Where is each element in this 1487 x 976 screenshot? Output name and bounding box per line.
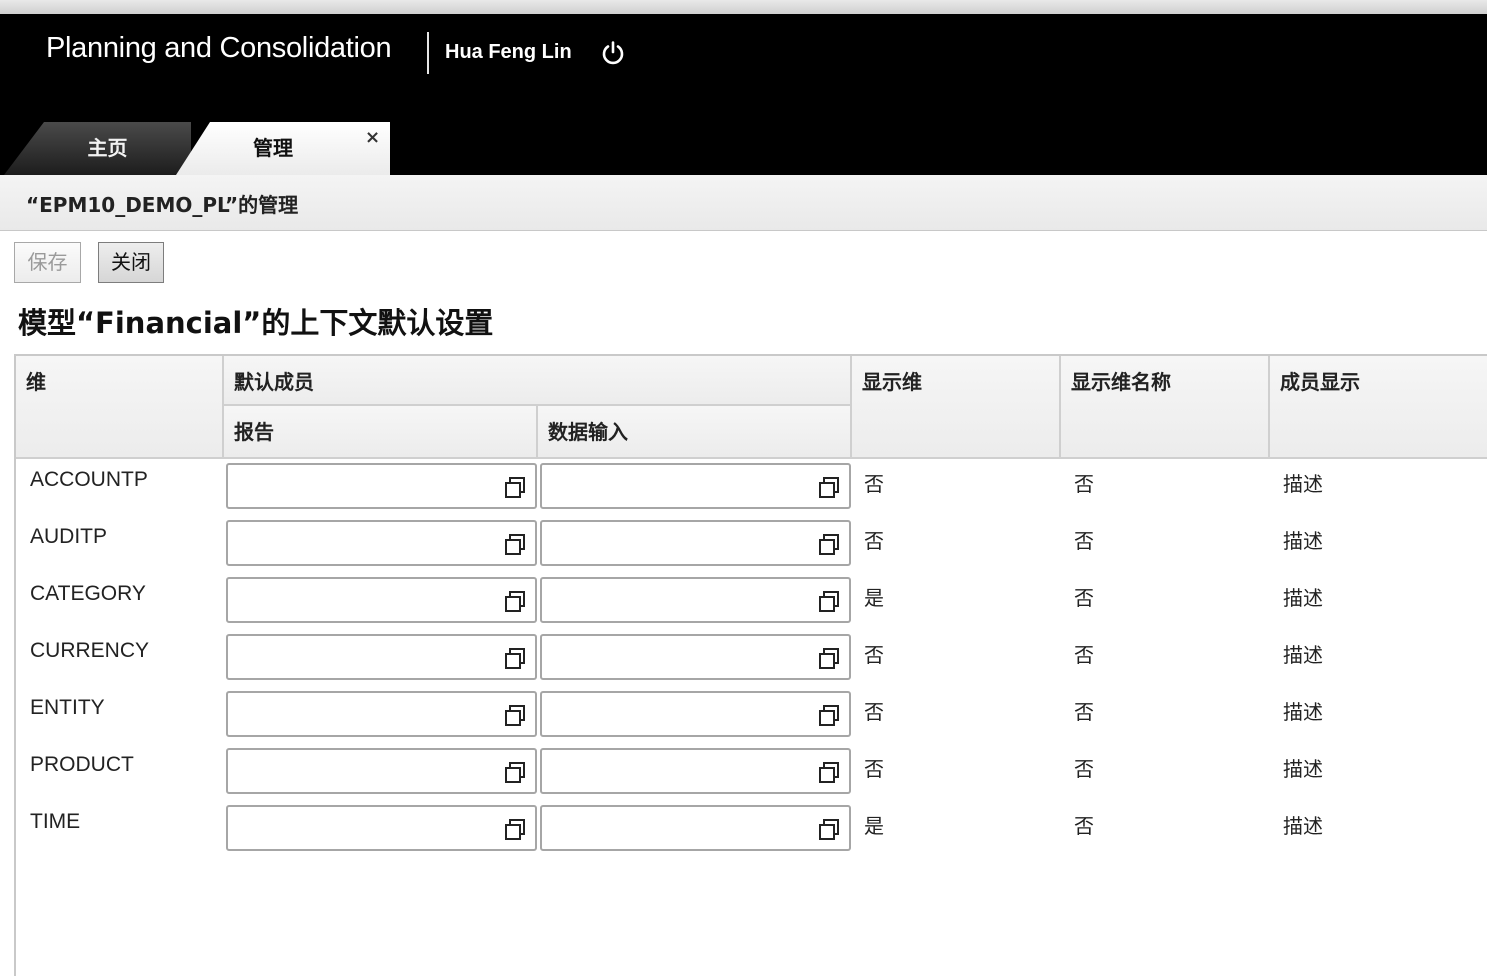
data-input-member-input[interactable] — [546, 697, 811, 731]
report-member-field[interactable] — [226, 691, 537, 737]
show-dimension-name-value[interactable]: 否 — [1074, 639, 1094, 668]
user-name[interactable]: Hua Feng Lin — [445, 41, 572, 64]
report-member-input[interactable] — [232, 754, 497, 788]
report-member-input[interactable] — [232, 583, 497, 617]
column-header-report: 报告 — [224, 406, 538, 459]
page-title: 模型“Financial”的上下文默认设置 — [18, 306, 494, 340]
data-input-member-input[interactable] — [546, 640, 811, 674]
member-display-value[interactable]: 描述 — [1283, 525, 1323, 554]
close-button[interactable]: 关闭 — [98, 242, 164, 283]
member-display-value[interactable]: 描述 — [1283, 753, 1323, 782]
power-icon[interactable] — [600, 40, 626, 66]
show-dimension-value[interactable]: 否 — [864, 468, 884, 497]
show-dimension-name-value[interactable]: 否 — [1074, 810, 1094, 839]
member-selector-icon[interactable] — [503, 817, 527, 841]
report-member-field[interactable] — [226, 748, 537, 794]
member-display-value[interactable]: 描述 — [1283, 468, 1323, 497]
show-dimension-name-value[interactable]: 否 — [1074, 753, 1094, 782]
breadcrumb-bar: “EPM10_DEMO_PL”的管理 — [0, 175, 1487, 231]
data-input-member-input[interactable] — [546, 754, 811, 788]
member-selector-icon[interactable] — [817, 760, 841, 784]
show-dimension-value[interactable]: 否 — [864, 753, 884, 782]
member-selector-icon[interactable] — [817, 475, 841, 499]
dimension-name: TIME — [30, 810, 81, 833]
data-input-member-field[interactable] — [540, 691, 851, 737]
column-header-default-member: 默认成员 — [224, 356, 852, 406]
close-icon[interactable]: × — [365, 128, 380, 148]
header-divider — [427, 32, 429, 74]
member-selector-icon[interactable] — [817, 589, 841, 613]
member-selector-icon[interactable] — [817, 817, 841, 841]
report-member-field[interactable] — [226, 463, 537, 509]
column-header-member-display: 成员显示 — [1270, 356, 1487, 459]
data-input-member-field[interactable] — [540, 634, 851, 680]
show-dimension-name-value[interactable]: 否 — [1074, 468, 1094, 497]
data-input-member-input[interactable] — [546, 811, 811, 845]
save-button[interactable]: 保存 — [14, 242, 81, 283]
show-dimension-value[interactable]: 否 — [864, 525, 884, 554]
report-member-input[interactable] — [232, 697, 497, 731]
report-member-input[interactable] — [232, 811, 497, 845]
data-input-member-input[interactable] — [546, 469, 811, 503]
member-selector-icon[interactable] — [503, 646, 527, 670]
report-member-input[interactable] — [232, 640, 497, 674]
column-header-data-input: 数据输入 — [538, 406, 852, 459]
show-dimension-name-value[interactable]: 否 — [1074, 696, 1094, 725]
app-title: Planning and Consolidation — [46, 32, 392, 64]
dimension-name: AUDITP — [30, 525, 108, 548]
show-dimension-name-value[interactable]: 否 — [1074, 525, 1094, 554]
show-dimension-value[interactable]: 是 — [864, 810, 884, 839]
data-input-member-field[interactable] — [540, 520, 851, 566]
report-member-field[interactable] — [226, 520, 537, 566]
member-display-value[interactable]: 描述 — [1283, 696, 1323, 725]
window-top-strip — [0, 0, 1487, 14]
member-selector-icon[interactable] — [503, 532, 527, 556]
column-header-show-dimension: 显示维 — [852, 356, 1061, 459]
breadcrumb: “EPM10_DEMO_PL”的管理 — [26, 193, 299, 217]
member-selector-icon[interactable] — [503, 703, 527, 727]
report-member-input[interactable] — [232, 526, 497, 560]
dimension-name: PRODUCT — [30, 753, 134, 776]
member-selector-icon[interactable] — [503, 760, 527, 784]
dimension-name: ACCOUNTP — [30, 468, 148, 491]
data-input-member-field[interactable] — [540, 463, 851, 509]
data-input-member-input[interactable] — [546, 583, 811, 617]
member-selector-icon[interactable] — [817, 646, 841, 670]
data-input-member-input[interactable] — [546, 526, 811, 560]
tab-admin[interactable]: 管理 — [176, 122, 390, 175]
column-header-dimension: 维 — [16, 356, 224, 459]
report-member-input[interactable] — [232, 469, 497, 503]
column-header-show-dimension-name: 显示维名称 — [1061, 356, 1270, 459]
show-dimension-value[interactable]: 否 — [864, 696, 884, 725]
member-display-value[interactable]: 描述 — [1283, 639, 1323, 668]
member-selector-icon[interactable] — [817, 703, 841, 727]
report-member-field[interactable] — [226, 577, 537, 623]
dimension-name: ENTITY — [30, 696, 105, 719]
report-member-field[interactable] — [226, 805, 537, 851]
show-dimension-name-value[interactable]: 否 — [1074, 582, 1094, 611]
member-selector-icon[interactable] — [503, 475, 527, 499]
dimension-name: CURRENCY — [30, 639, 150, 662]
data-input-member-field[interactable] — [540, 805, 851, 851]
member-display-value[interactable]: 描述 — [1283, 810, 1323, 839]
member-selector-icon[interactable] — [503, 589, 527, 613]
report-member-field[interactable] — [226, 634, 537, 680]
show-dimension-value[interactable]: 是 — [864, 582, 884, 611]
member-selector-icon[interactable] — [817, 532, 841, 556]
show-dimension-value[interactable]: 否 — [864, 639, 884, 668]
member-display-value[interactable]: 描述 — [1283, 582, 1323, 611]
dimension-name: CATEGORY — [30, 582, 146, 605]
data-input-member-field[interactable] — [540, 748, 851, 794]
data-input-member-field[interactable] — [540, 577, 851, 623]
